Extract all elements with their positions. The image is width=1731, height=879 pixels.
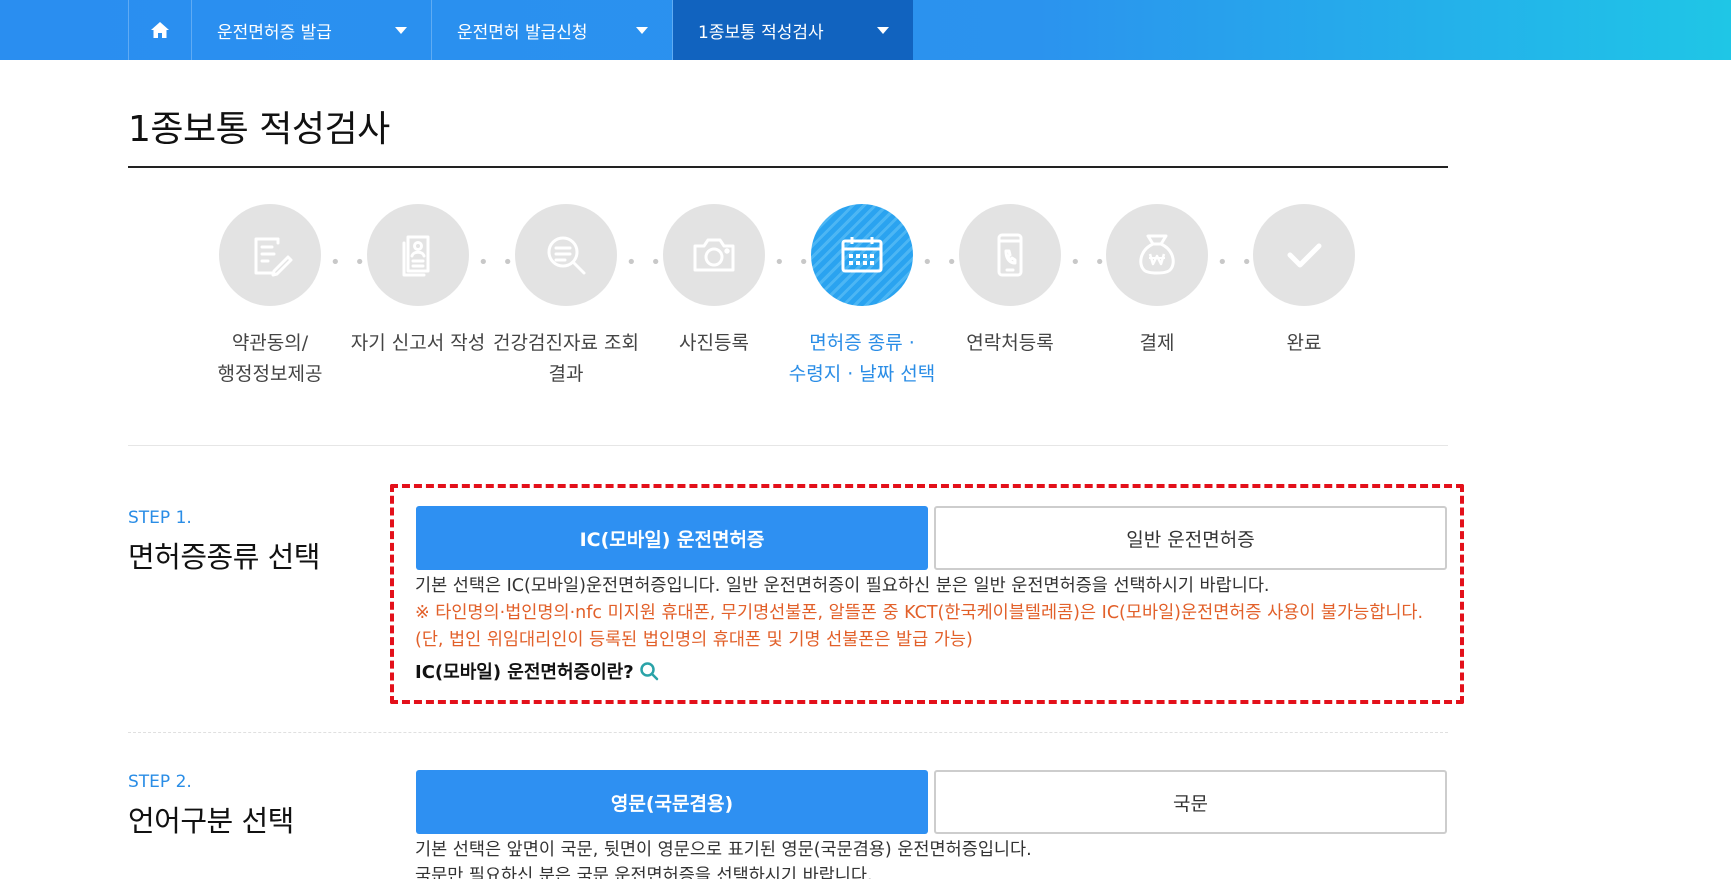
stepper-item-self-report: 자기 신고서 작성 <box>343 204 493 359</box>
section-divider <box>128 445 1448 446</box>
stepper-item-payment: 결제 <box>1082 204 1232 359</box>
step-circle <box>959 204 1061 306</box>
step-label: 완료 <box>1286 332 1322 354</box>
step1-description: 기본 선택은 IC(모바일)운전면허증입니다. 일반 운전면허증이 필요하신 분… <box>415 576 1270 596</box>
nav-menu-license-issue[interactable]: 운전면허증 발급 <box>192 0 432 60</box>
step-label: 연락처등록 <box>966 332 1054 354</box>
stepper-item-complete: 완료 <box>1229 204 1379 359</box>
document-sign-icon <box>254 237 293 277</box>
step-circle <box>367 204 469 306</box>
step-label: 자기 신고서 작성 <box>350 332 486 354</box>
caret-down-icon <box>395 26 407 34</box>
home-icon <box>151 22 169 38</box>
step-circle <box>663 204 765 306</box>
stepper-item-contact: 연락처등록 <box>935 204 1085 359</box>
calendar-icon <box>841 237 883 273</box>
nav-menu-label: 운전면허 발급신청 <box>457 22 588 43</box>
section-divider <box>128 732 1448 733</box>
nav-menu-label: 1종보통 적성검사 <box>698 22 824 43</box>
step-separator: • • <box>626 252 665 273</box>
top-navigation-bar: 운전면허증 발급 운전면허 발급신청 1종보통 적성검사 <box>0 0 1731 60</box>
progress-stepper: 약관동의/ 행정정보제공 자기 신고서 작성 건강검진자료 조회 결과 사진등록… <box>0 204 1731 394</box>
ic-license-info-label: IC(모바일) 운전면허증이란? <box>415 662 634 683</box>
ic-license-option-button[interactable]: IC(모바일) 운전면허증 <box>416 506 928 570</box>
step-circle <box>1253 204 1355 306</box>
caret-down-icon <box>636 26 648 34</box>
title-divider <box>128 166 1448 168</box>
step1-warning-note: (단, 법인 위임대리인이 등록된 법인명의 휴대폰 및 기명 선불폰은 발급 … <box>415 630 973 650</box>
step1-warning: ※ 타인명의·법인명의·nfc 미지원 휴대폰, 무기명선불폰, 알뜰폰 중 K… <box>415 603 1424 623</box>
korean-option-button[interactable]: 국문 <box>934 770 1447 834</box>
search-icon <box>639 662 658 681</box>
step-separator: • • <box>330 252 369 273</box>
phone-icon <box>997 233 1023 277</box>
breadcrumb-nav: 운전면허증 발급 운전면허 발급신청 1종보통 적성검사 <box>128 0 913 60</box>
home-button[interactable] <box>128 0 192 60</box>
stepper-item-photo: 사진등록 <box>639 204 789 359</box>
step-label: 면허증 종류 · 수령지 · 날짜 선택 <box>788 332 936 385</box>
money-bag-icon <box>1139 234 1175 275</box>
step-circle <box>515 204 617 306</box>
caret-down-icon <box>877 26 889 34</box>
step1-tag: STEP 1. <box>128 508 192 528</box>
step-label: 건강검진자료 조회 결과 <box>493 332 639 385</box>
step-separator: • • <box>1070 252 1109 273</box>
english-korean-option-button[interactable]: 영문(국문겸용) <box>416 770 928 834</box>
stepper-item-terms: 약관동의/ 행정정보제공 <box>195 204 345 390</box>
step-circle <box>219 204 321 306</box>
check-icon <box>1287 243 1322 268</box>
self-report-icon <box>402 235 430 277</box>
step-separator: • • <box>774 252 813 273</box>
stepper-item-license-type: 면허증 종류 · 수령지 · 날짜 선택 <box>787 204 937 390</box>
ic-license-info-link[interactable]: IC(모바일) 운전면허증이란? <box>415 658 659 684</box>
step2-title: 언어구분 선택 <box>128 804 294 838</box>
nav-menu-aptitude-test[interactable]: 1종보통 적성검사 <box>673 0 913 60</box>
step-label: 약관동의/ 행정정보제공 <box>217 332 323 385</box>
stepper-item-health-check: 건강검진자료 조회 결과 <box>491 204 641 390</box>
step-separator: • • <box>478 252 517 273</box>
step2-description-2: 국문만 필요하신 분은 국문 운전면허증을 선택하시기 바랍니다. <box>415 866 873 879</box>
magnifier-document-icon <box>547 236 586 275</box>
step-circle <box>1106 204 1208 306</box>
step-separator: • • <box>1217 252 1256 273</box>
camera-icon <box>693 238 735 272</box>
step2-description: 기본 선택은 앞면이 국문, 뒷면이 영문으로 표기된 영문(국문겸용) 운전면… <box>415 840 1032 860</box>
step-label: 사진등록 <box>679 332 749 354</box>
nav-menu-label: 운전면허증 발급 <box>217 22 332 43</box>
general-license-option-button[interactable]: 일반 운전면허증 <box>934 506 1447 570</box>
nav-menu-issue-application[interactable]: 운전면허 발급신청 <box>432 0 673 60</box>
step-label: 결제 <box>1139 332 1175 354</box>
step1-title: 면허증종류 선택 <box>128 540 320 574</box>
page-title: 1종보통 적성검사 <box>128 109 390 150</box>
step-circle-active <box>811 204 913 306</box>
step-separator: • • <box>922 252 961 273</box>
step2-tag: STEP 2. <box>128 772 192 792</box>
